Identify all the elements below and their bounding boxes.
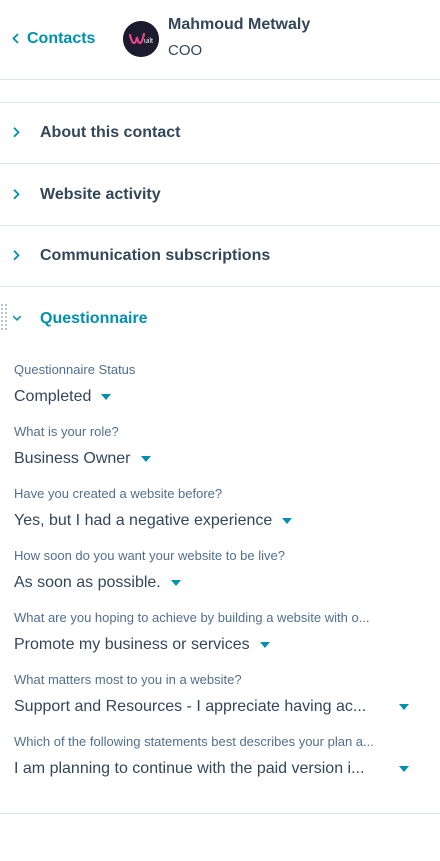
property-dropdown[interactable]: Promote my business or services [14, 634, 426, 656]
chevron-right-icon [12, 248, 22, 262]
property-value: Business Owner [14, 450, 131, 467]
property-value: Support and Resources - I appreciate hav… [14, 698, 367, 715]
property-label: Questionnaire Status [14, 362, 136, 377]
caret-down-icon [101, 394, 112, 400]
property-role: What is your role? Business Owner [14, 424, 426, 470]
wuilt-logo-icon: uilt [123, 21, 159, 57]
contact-name: Mahmoud Metwaly [168, 16, 311, 33]
property-value: As soon as possible. [14, 574, 161, 591]
chevron-left-icon [12, 32, 19, 46]
property-questionnaire-status: Questionnaire Status Completed [14, 362, 426, 408]
caret-down-icon [170, 580, 181, 586]
caret-down-icon [399, 766, 409, 772]
property-value: I am planning to continue with the paid … [14, 760, 365, 777]
section-questionnaire[interactable]: Questionnaire [0, 288, 440, 349]
property-value: Promote my business or services [14, 636, 250, 653]
property-dropdown[interactable]: Yes, but I had a negative experience [14, 510, 426, 532]
section-label: Communication subscriptions [40, 247, 271, 264]
property-label: What is your role? [14, 424, 119, 439]
svg-text:uilt: uilt [144, 38, 153, 45]
property-label: How soon do you want your website to be … [14, 548, 285, 563]
property-label: What matters most to you in a website? [14, 672, 242, 687]
property-label: What are you hoping to achieve by buildi… [14, 610, 370, 625]
property-label: Which of the following statements best d… [14, 734, 374, 749]
property-label: Have you created a website before? [14, 486, 223, 501]
record-header: Contacts uilt Mahmoud Metwaly COO [0, 0, 440, 80]
property-dropdown[interactable]: I am planning to continue with the paid … [14, 758, 426, 780]
back-to-contacts-link[interactable]: Contacts [12, 30, 95, 48]
property-website-before: Have you created a website before? Yes, … [14, 486, 426, 532]
section-communication-subscriptions[interactable]: Communication subscriptions [0, 226, 440, 287]
chevron-down-icon [12, 311, 22, 325]
avatar: uilt [123, 21, 159, 57]
property-what-matters-most: What matters most to you in a website? S… [14, 672, 426, 718]
section-website-activity[interactable]: Website activity [0, 165, 440, 226]
caret-down-icon [399, 704, 409, 710]
caret-down-icon [259, 642, 270, 648]
property-plan-statement: Which of the following statements best d… [14, 734, 426, 780]
property-value: Yes, but I had a negative experience [14, 512, 273, 529]
property-dropdown[interactable]: As soon as possible. [14, 572, 426, 594]
property-go-live-timeline: How soon do you want your website to be … [14, 548, 426, 594]
section-label: About this contact [40, 124, 181, 141]
chevron-right-icon [12, 125, 22, 139]
property-dropdown[interactable]: Support and Resources - I appreciate hav… [14, 696, 426, 718]
property-dropdown[interactable]: Business Owner [14, 448, 426, 470]
section-label: Questionnaire [40, 309, 148, 327]
back-label: Contacts [27, 30, 96, 47]
section-label: Website activity [40, 186, 161, 203]
property-website-goal: What are you hoping to achieve by buildi… [14, 610, 426, 656]
section-about-this-contact[interactable]: About this contact [0, 103, 440, 164]
caret-down-icon [282, 518, 293, 524]
chevron-right-icon [12, 187, 22, 201]
divider [0, 813, 440, 814]
contact-job-title: COO [168, 42, 203, 59]
caret-down-icon [140, 456, 151, 462]
property-dropdown[interactable]: Completed [14, 386, 426, 408]
property-value: Completed [14, 388, 92, 405]
